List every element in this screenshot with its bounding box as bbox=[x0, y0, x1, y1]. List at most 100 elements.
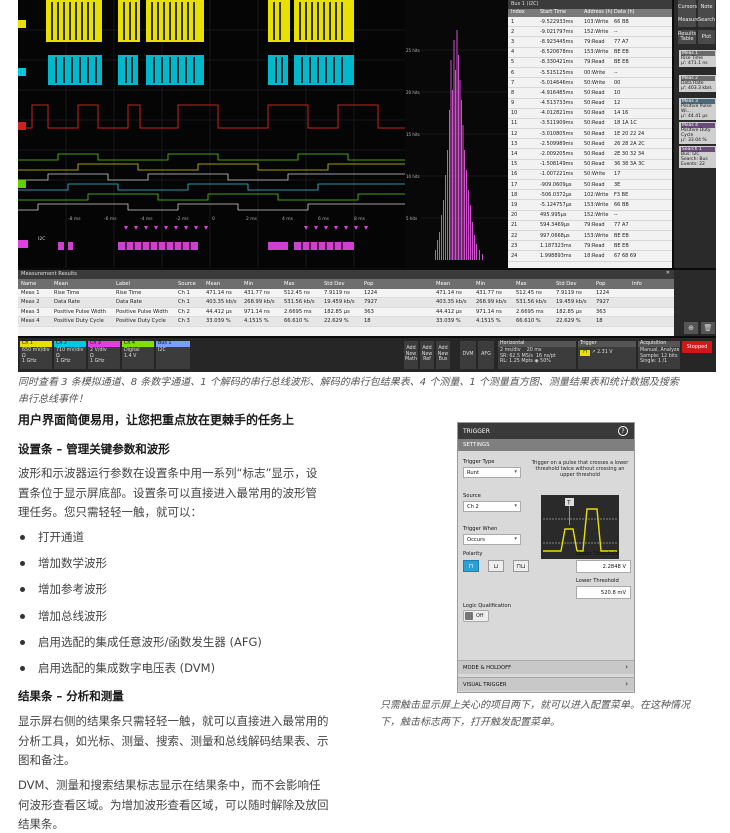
ch-title: Ch 4 bbox=[122, 341, 154, 347]
add-bus-button[interactable]: Add New Bus bbox=[436, 341, 450, 369]
horizontal-badge[interactable]: Horizontal 2 ms/div 20 ms SR: 62.5 MS/s … bbox=[498, 341, 576, 369]
table-row[interactable]: 16 -1.007221ms 50:Write 17 bbox=[508, 170, 672, 180]
meas1-badge[interactable]: Meas 1 Rise Time μ': 471.1 ns bbox=[679, 50, 716, 67]
mode-holdoff-menu[interactable]: MODE & HOLDOFF › bbox=[458, 660, 634, 674]
search-button[interactable]: Search bbox=[698, 13, 715, 27]
plot-button[interactable]: Plot bbox=[698, 30, 715, 44]
ch4-badge[interactable]: Ch 4 Digital 1.4 V bbox=[122, 341, 154, 369]
ch-line: I2C bbox=[158, 348, 166, 353]
measurement-histogram[interactable]: 25 hits 20 hits 15 hits 10 hits 5 hits bbox=[405, 0, 508, 268]
table-cell: 7927 bbox=[364, 299, 378, 306]
cursors-button[interactable]: Cursors bbox=[678, 0, 697, 14]
measurement-results-table[interactable]: Measurement Results ✕ Name Mean Label So… bbox=[18, 270, 674, 336]
add-ref-button[interactable]: Add New Ref bbox=[420, 341, 434, 369]
meas3-badge[interactable]: Meas 3 Positive Pulse Wi... μ': 44.41 μs bbox=[679, 98, 716, 120]
ch1-badge[interactable]: Ch 1 650 mV/div Ω 1 GHz bbox=[20, 341, 52, 369]
table-row[interactable]: Meas 3 Positive Pulse Width Positive Pulse… bbox=[18, 308, 674, 317]
lower-threshold-input[interactable]: 520.8 mV bbox=[576, 586, 631, 599]
ch2-badge[interactable]: Ch 2 710 mV/div Ω 1 GHz bbox=[54, 341, 86, 369]
table-row[interactable]: 4 -8.520678ms 153:Write BE EB bbox=[508, 48, 672, 58]
table-row[interactable]: 17 -909.0609μs 50:Read 3E bbox=[508, 180, 672, 191]
table-row[interactable]: 23 1.187323ms 79:Read BE EB bbox=[508, 241, 672, 252]
table-row[interactable]: 22 997.0668μs 153:Write BE EB bbox=[508, 231, 672, 242]
logic-qualification-toggle[interactable]: Off bbox=[463, 610, 489, 622]
table-row[interactable]: 12 -3.010805ms 50:Read 1E 20 22 24 bbox=[508, 129, 672, 140]
table-row[interactable]: 19 -5.124757μs 153:Write 66 BB bbox=[508, 200, 672, 211]
table-row[interactable]: 5 -8.330421ms 79:Read BE EB bbox=[508, 58, 672, 68]
table-cell: 79:Read bbox=[584, 242, 605, 249]
trigger-caption: 只需触击显示屏上关心的项目两下，就可以进入配置菜单。在这种情况 下，触击标志两下… bbox=[380, 697, 725, 731]
add-math-button[interactable]: Add New Math bbox=[404, 341, 418, 369]
list-item: 增加数学波形 bbox=[18, 552, 360, 578]
polarity-negative-button[interactable]: ⊔ bbox=[488, 560, 504, 572]
badge-extra: Events: 22 bbox=[681, 162, 705, 167]
visual-trigger-menu[interactable]: VISUAL TRIGGER › bbox=[458, 677, 634, 691]
trash-icon[interactable]: 🗑 bbox=[701, 322, 715, 334]
svg-text:8 ms: 8 ms bbox=[354, 216, 366, 222]
afg-button[interactable]: AFG bbox=[478, 341, 494, 369]
column-header: Source bbox=[178, 280, 196, 287]
ch-line: 1.4 V bbox=[124, 353, 137, 359]
meas-table-body: Meas 1 Rise Time Rise Time Ch 1 471.14 ns 431… bbox=[18, 289, 674, 327]
table-row[interactable]: 9 -4.513733ms 50:Read 12 bbox=[508, 99, 672, 109]
table-row[interactable]: 2 -9.021797ms 152:Write -- bbox=[508, 27, 672, 38]
bus-table-title: Bus 1 (I2C) bbox=[508, 0, 672, 9]
run-stop-button[interactable]: Stopped bbox=[682, 341, 712, 353]
table-cell: BE EB bbox=[614, 232, 629, 239]
paragraph-line: 显示屏右侧的结果条只需轻轻一触，就可以直接进入最常用的 bbox=[18, 714, 329, 728]
table-cell: 182.85 μs bbox=[556, 308, 582, 315]
table-cell: 18 bbox=[596, 318, 603, 325]
measure-button[interactable]: Measure bbox=[678, 13, 699, 27]
info-title: Acquisition bbox=[638, 341, 680, 347]
help-icon[interactable]: ? bbox=[618, 426, 628, 436]
table-row[interactable]: 14 -2.009205ms 50:Read 2E 30 32 34 bbox=[508, 149, 672, 160]
meas4-badge[interactable]: Meas 4 Positive Duty Cycle μ': 33.04 % bbox=[679, 122, 716, 144]
search1-badge[interactable]: Search 1 Bus: I2C Search: Bus Events: 22 bbox=[679, 146, 716, 168]
table-cell: 19.459 kb/s bbox=[324, 299, 355, 306]
note-button[interactable]: Note bbox=[698, 0, 715, 14]
menu-label: VISUAL TRIGGER bbox=[463, 682, 507, 688]
table-row[interactable]: 18 -506.0372μs 102:Write F3 BE bbox=[508, 190, 672, 201]
meas2-badge[interactable]: Meas 2 Data Rate μ': 403.3 kb/s bbox=[679, 75, 716, 92]
close-icon[interactable]: ✕ bbox=[666, 270, 670, 276]
dvm-button[interactable]: DVM bbox=[460, 341, 476, 369]
chevron-down-icon: ▾ bbox=[514, 536, 517, 542]
table-row[interactable]: 15 -1.508149ms 50:Read 36 38 3A 3C bbox=[508, 160, 672, 170]
table-cell: 18 1A 1C bbox=[614, 120, 637, 127]
table-row[interactable]: 6 -5.515125ms 00:Write -- bbox=[508, 68, 672, 79]
table-row[interactable]: 21 594.3469μs 79:Read 77 A7 bbox=[508, 221, 672, 231]
table-row[interactable]: 10 -4.012821ms 50:Read 14 16 bbox=[508, 109, 672, 119]
trigger-badge[interactable]: Trigger ⊓ ↗ 2.31 V bbox=[578, 341, 636, 369]
source-select[interactable]: Ch 2 ▾ bbox=[463, 501, 521, 512]
polarity-either-button[interactable]: ⊓⊔ bbox=[513, 560, 529, 572]
ch-line: 1 GHz bbox=[56, 359, 71, 364]
table-row[interactable]: 8 -4.916485ms 50:Read 10 bbox=[508, 88, 672, 99]
table-row[interactable]: 3 -8.923445ms 79:Read 77 A7 bbox=[508, 37, 672, 48]
table-row[interactable]: Meas 2 Data Rate Data Rate Ch 1 403.35 kb/s 2… bbox=[18, 298, 674, 308]
bus-decode-table[interactable]: Bus 1 (I2C) Index Start Time Address (h)… bbox=[508, 0, 672, 268]
ch3-badge[interactable]: Ch 3 2 V/div Ω 1 GHz bbox=[88, 341, 120, 369]
table-row[interactable]: 1 -9.522933ms 103:Write 66 BB bbox=[508, 17, 672, 28]
table-row[interactable]: 13 -2.509989ms 50:Read 26 28 2A 2C bbox=[508, 139, 672, 150]
bus1-badge[interactable]: Bus 1 I2C bbox=[156, 341, 190, 369]
table-row[interactable]: 20 495.995μs 152:Write -- bbox=[508, 211, 672, 221]
waveform-view[interactable]: -8 ms -6 ms -4 ms -2 ms 0 2 ms 4 ms 6 ms 8 ms … bbox=[18, 0, 405, 268]
table-cell: -4.513733ms bbox=[540, 100, 574, 107]
paragraph-line: 结果条。 bbox=[18, 817, 64, 832]
trigger-type-select[interactable]: Runt ▾ bbox=[463, 467, 521, 478]
results-table-button[interactable]: Results Table bbox=[678, 30, 696, 44]
settings-header: SETTINGS bbox=[458, 439, 634, 451]
caption-line: 下，触击标志两下，打开触发配置菜单。 bbox=[380, 717, 560, 728]
trigger-when-select[interactable]: Occurs ▾ bbox=[463, 534, 521, 545]
upper-threshold-input[interactable]: 2.2848 V bbox=[576, 560, 631, 573]
table-row[interactable]: Meas 4 Positive Duty Cycle Positive Duty C… bbox=[18, 317, 674, 327]
table-row[interactable]: Meas 1 Rise Time Rise Time Ch 1 471.14 ns 431… bbox=[18, 289, 674, 298]
polarity-positive-button[interactable]: ⊓ bbox=[463, 560, 479, 572]
table-row[interactable]: 7 -5.014646ms 50:Write 00 bbox=[508, 78, 672, 89]
table-row[interactable]: 24 1.998893ms 18:Read 67 68 69 bbox=[508, 251, 672, 262]
table-cell: 403.35 kb/s bbox=[436, 299, 467, 306]
table-row[interactable]: 11 -3.511909ms 50:Read 18 1A 1C bbox=[508, 119, 672, 130]
table-cell: 363 bbox=[596, 308, 606, 315]
zoom-icon[interactable]: ⊕ bbox=[684, 322, 698, 334]
acquisition-badge[interactable]: Acquisition Manual, Analyze Sample: 12 b… bbox=[638, 341, 680, 369]
